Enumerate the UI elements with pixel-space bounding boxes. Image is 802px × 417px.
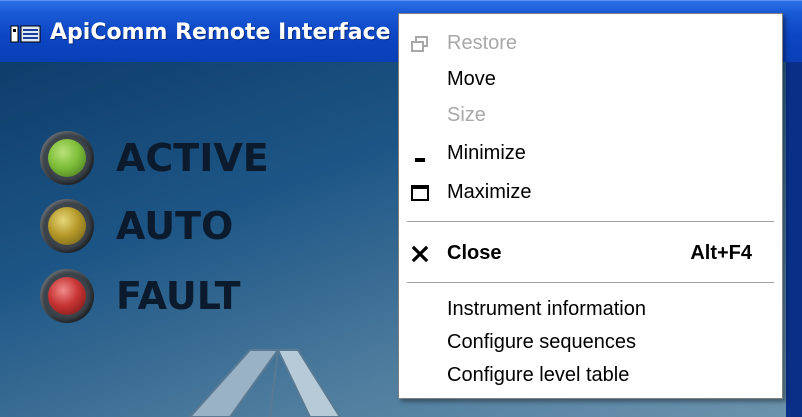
menu-item-label: Restore <box>447 32 518 54</box>
menu-item-configure-sequences[interactable]: Configure sequences <box>399 325 782 361</box>
menu-separator <box>407 282 774 284</box>
decorative-arrow-graphic <box>188 349 342 417</box>
maximize-icon <box>407 181 433 205</box>
lamp-housing <box>40 269 94 323</box>
menu-item-label: Close <box>447 242 502 264</box>
menu-item-accelerator: Alt+F4 <box>690 242 752 264</box>
app-window-icon[interactable] <box>10 23 42 45</box>
system-context-menu: Restore Move Size Minimize Maximize Clos… <box>398 13 783 399</box>
menu-item-restore[interactable]: Restore <box>399 26 782 62</box>
menu-item-minimize[interactable]: Minimize <box>399 136 782 172</box>
menu-item-label: Instrument information <box>447 298 646 320</box>
window-frame-right <box>786 62 802 417</box>
menu-item-label: Maximize <box>447 181 532 203</box>
red-lamp-icon <box>48 277 86 315</box>
menu-separator <box>407 221 774 223</box>
close-icon <box>407 242 433 266</box>
status-label-active: ACTIVE <box>116 136 269 180</box>
menu-item-label: Size <box>447 104 486 126</box>
lamp-housing <box>40 131 94 185</box>
menu-item-label: Configure level table <box>447 364 630 386</box>
menu-item-label: Minimize <box>447 142 526 164</box>
menu-item-move[interactable]: Move <box>399 62 782 98</box>
restore-icon <box>407 32 433 56</box>
status-label-auto: AUTO <box>116 204 234 248</box>
menu-item-close[interactable]: Close Alt+F4 <box>399 236 782 272</box>
menu-item-instrument-information[interactable]: Instrument information <box>399 292 782 328</box>
lamp-housing <box>40 199 94 253</box>
menu-item-size[interactable]: Size <box>399 98 782 134</box>
menu-item-maximize[interactable]: Maximize <box>399 175 782 211</box>
minimize-icon <box>407 142 433 166</box>
status-active: ACTIVE <box>40 128 269 188</box>
status-label-fault: FAULT <box>116 274 241 318</box>
window-title: ApiComm Remote Interface <box>50 20 391 45</box>
green-lamp-icon <box>48 139 86 177</box>
yellow-lamp-icon <box>48 207 86 245</box>
menu-item-label: Move <box>447 68 496 90</box>
status-fault: FAULT <box>40 266 241 326</box>
status-auto: AUTO <box>40 196 233 256</box>
menu-item-label: Configure sequences <box>447 331 637 353</box>
menu-item-configure-level-table[interactable]: Configure level table <box>399 358 782 394</box>
